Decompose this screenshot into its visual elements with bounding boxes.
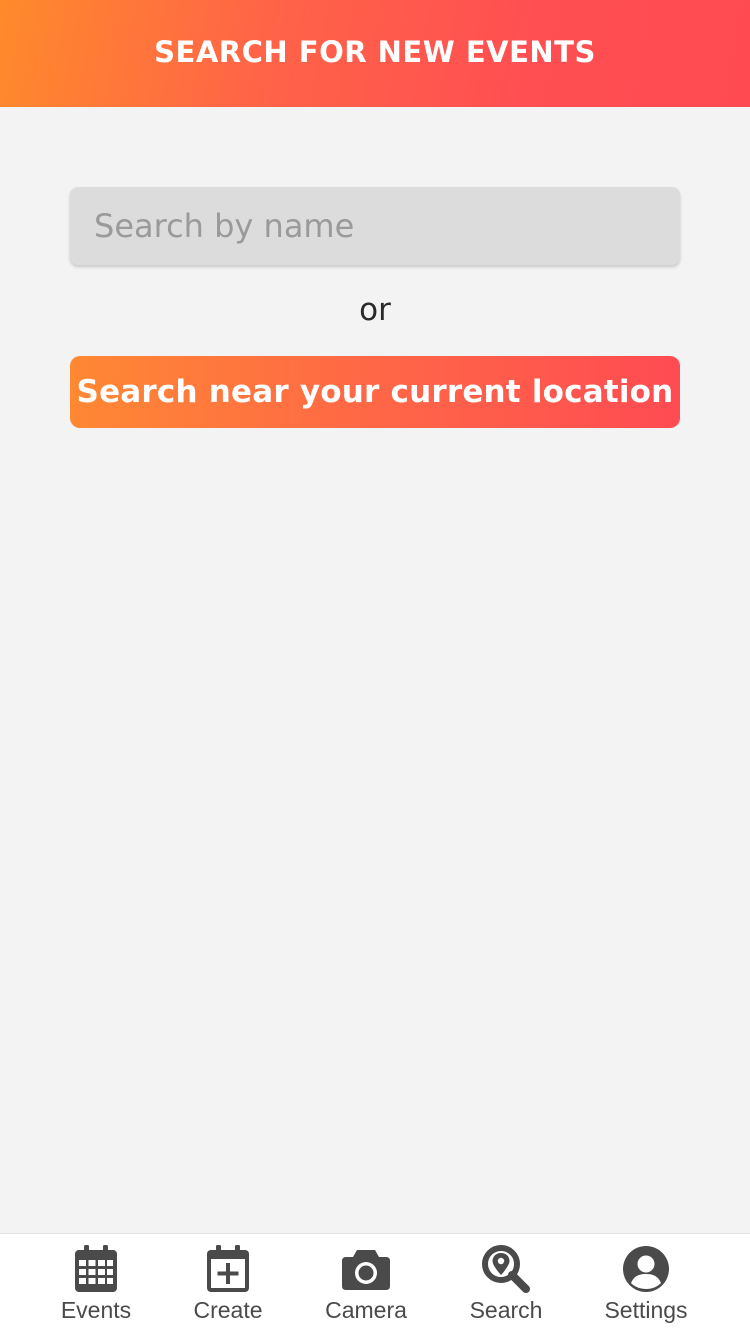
tab-events-label: Events <box>60 1297 132 1323</box>
page-title: SEARCH FOR NEW EVENTS <box>154 34 596 69</box>
tab-search[interactable]: Search <box>446 1234 566 1334</box>
bottom-tab-bar: Events Create Camera Search Settings <box>0 1233 750 1334</box>
header-bar: SEARCH FOR NEW EVENTS <box>0 0 750 107</box>
tab-create[interactable]: Create <box>168 1234 288 1334</box>
app-screen: SEARCH FOR NEW EVENTS or Search near you… <box>0 0 750 1334</box>
tab-camera[interactable]: Camera <box>306 1234 426 1334</box>
tab-settings-label: Settings <box>604 1297 688 1323</box>
camera-icon <box>338 1243 394 1295</box>
calendar-plus-icon <box>200 1243 256 1295</box>
tab-settings[interactable]: Settings <box>586 1234 706 1334</box>
calendar-grid-icon <box>68 1243 124 1295</box>
search-by-name-input[interactable] <box>70 187 680 265</box>
tab-events[interactable]: Events <box>36 1234 156 1334</box>
tab-create-label: Create <box>193 1297 263 1323</box>
search-location-icon <box>478 1243 534 1295</box>
user-circle-icon <box>618 1243 674 1295</box>
search-near-location-button[interactable]: Search near your current location <box>70 356 680 428</box>
or-separator: or <box>359 292 391 328</box>
tab-search-label: Search <box>469 1297 543 1323</box>
tab-camera-label: Camera <box>325 1297 407 1323</box>
